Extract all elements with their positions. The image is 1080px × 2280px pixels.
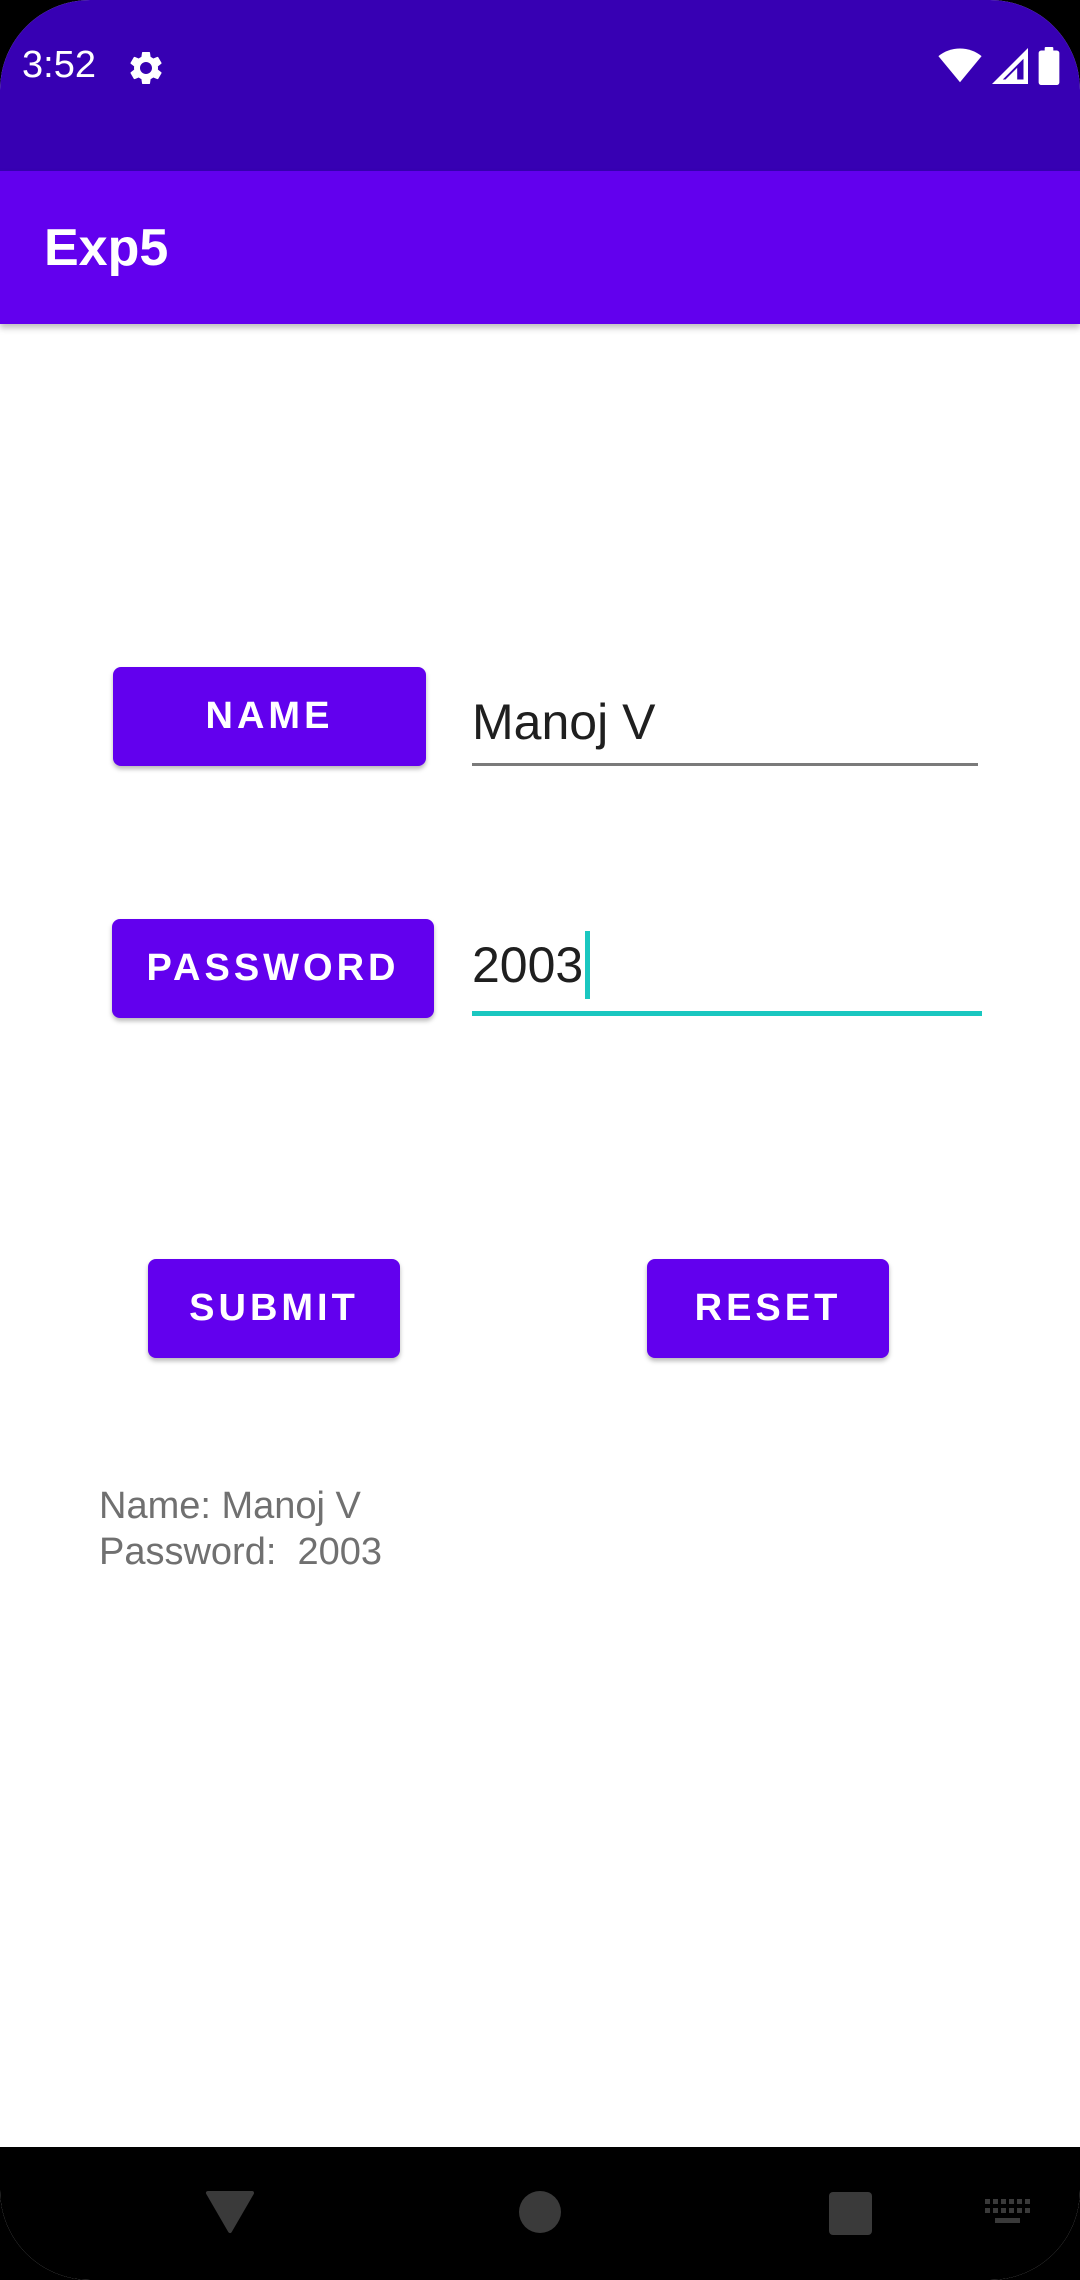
name-field[interactable]: Manoj V [472, 676, 978, 766]
reset-button[interactable]: RESET [647, 1259, 889, 1358]
gear-icon [126, 48, 166, 88]
password-field[interactable]: 2003 [472, 926, 982, 1016]
phone-screen: 3:52 Exp5 NAME Manoj V PASSWORD 2003 SUB… [0, 0, 1080, 2280]
status-right-icons [938, 46, 1060, 90]
keyboard-icon[interactable] [985, 2199, 1031, 2227]
recents-icon[interactable] [829, 2192, 872, 2235]
home-icon[interactable] [519, 2191, 561, 2233]
status-bar: 3:52 [0, 0, 1080, 171]
output-text: Name: Manoj V Password: 2003 [99, 1483, 382, 1575]
password-button[interactable]: PASSWORD [112, 919, 434, 1018]
battery-icon [1038, 46, 1060, 90]
navigation-bar [0, 2147, 1080, 2280]
output-name-line: Name: Manoj V [99, 1485, 361, 1527]
output-password-line: Password: 2003 [99, 1531, 383, 1573]
name-button[interactable]: NAME [113, 667, 426, 766]
name-field-text: Manoj V [472, 694, 656, 750]
wifi-icon [938, 48, 982, 89]
password-field-value: 2003 [472, 931, 591, 999]
cell-signal-icon [992, 47, 1028, 89]
app-bar: Exp5 [0, 171, 1080, 324]
status-time: 3:52 [22, 44, 96, 86]
password-field-text: 2003 [472, 937, 584, 993]
app-title: Exp5 [44, 218, 169, 277]
submit-button[interactable]: SUBMIT [148, 1259, 400, 1358]
name-field-value: Manoj V [472, 693, 655, 751]
back-icon[interactable] [205, 2189, 255, 2235]
text-cursor [585, 931, 591, 999]
